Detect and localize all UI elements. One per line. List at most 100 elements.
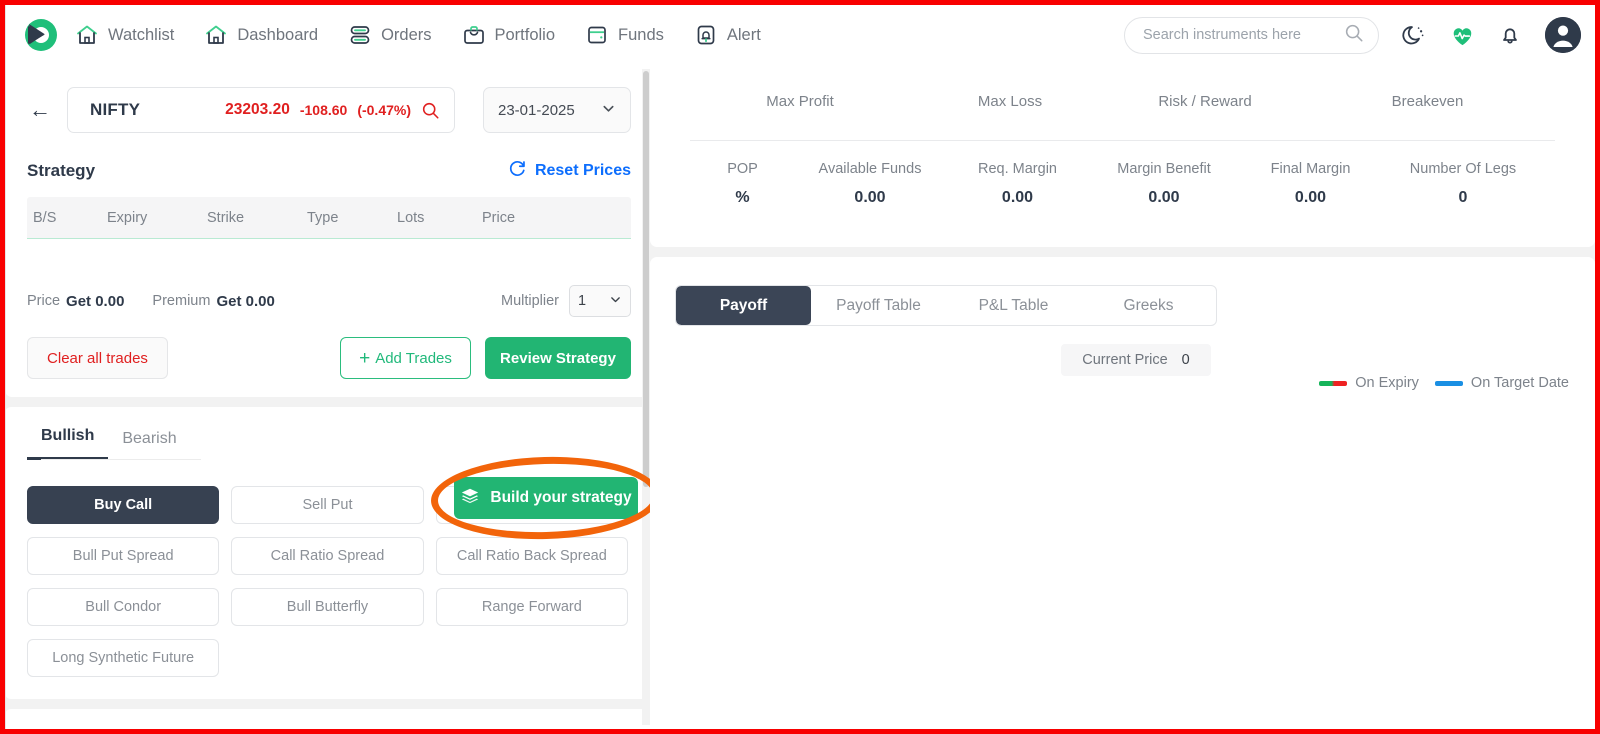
search-icon[interactable] <box>1344 23 1364 48</box>
price-premium-row: Price Get 0.00 Premium Get 0.00 Multipli… <box>27 285 631 317</box>
refresh-icon <box>508 159 527 183</box>
premium-value: Get 0.00 <box>216 292 275 310</box>
nav-portfolio[interactable]: Portfolio <box>462 23 555 47</box>
metric-max-loss: Max Loss <box>977 93 1043 110</box>
strategy-option-bull-put-spread[interactable]: Bull Put Spread <box>27 537 220 575</box>
left-panel: ← NIFTY 23203.20 -108.60 (-0.47%) 23-01-… <box>5 65 650 729</box>
strategy-option-call-ratio-spread[interactable]: Call Ratio Spread <box>231 537 424 575</box>
strategy-option-bull-condor[interactable]: Bull Condor <box>27 588 220 626</box>
metric-available-funds: Available Funds 0.00 <box>795 161 945 207</box>
nav-funds-label: Funds <box>618 25 664 44</box>
metric-margin-benefit: Margin Benefit 0.00 <box>1090 161 1238 207</box>
nav-funds[interactable]: Funds <box>585 23 664 47</box>
wallet-icon <box>585 23 609 47</box>
left-panel-scrollbar-thumb[interactable] <box>643 71 649 487</box>
metric-req-margin-value: 0.00 <box>1001 189 1034 206</box>
page-body: ← NIFTY 23203.20 -108.60 (-0.47%) 23-01-… <box>5 5 1595 729</box>
metric-number-of-legs-value: 0 <box>1458 189 1468 206</box>
instrument-field[interactable]: NIFTY 23203.20 -108.60 (-0.47%) <box>67 87 455 133</box>
home-icon <box>75 23 99 47</box>
metric-risk-reward: Risk / Reward <box>1158 93 1252 110</box>
right-panel: Max Profit Max Loss Risk / Reward Breake… <box>5 5 1595 729</box>
metric-final-margin: Final Margin 0.00 <box>1238 161 1383 207</box>
strategy-option-range-forward[interactable]: Range Forward <box>435 588 628 626</box>
multiplier-value: 1 <box>578 293 587 309</box>
strategy-option-sell-put[interactable]: Sell Put <box>231 486 424 524</box>
premium-label: Premium <box>152 293 211 309</box>
nav-dashboard[interactable]: Dashboard <box>204 23 318 47</box>
main-nav: Watchlist Dashboard Orders Portfolio Fun… <box>75 23 761 47</box>
tab-greeks[interactable]: Greeks <box>1081 286 1216 325</box>
col-type: Type <box>307 209 339 226</box>
metric-pop-value: % <box>735 189 750 206</box>
home-icon <box>204 23 228 47</box>
back-arrow-icon[interactable]: ← <box>27 97 53 123</box>
clear-all-trades-button[interactable]: Clear all trades <box>27 337 168 379</box>
metric-final-margin-value: 0.00 <box>1294 189 1327 206</box>
nav-orders[interactable]: Orders <box>348 23 432 47</box>
metric-margin-benefit-value: 0.00 <box>1148 189 1180 206</box>
review-strategy-button[interactable]: Review Strategy <box>485 337 631 379</box>
nav-watchlist[interactable]: Watchlist <box>75 23 174 47</box>
left-panel-scrollbar[interactable] <box>642 69 650 725</box>
expiry-select-value: 23-01-2025 <box>498 101 575 119</box>
instrument-change-pct: (-0.47%) <box>357 102 411 118</box>
legend-on-target-date: On Target Date <box>1434 375 1569 391</box>
panel-divider <box>5 5 6 729</box>
col-lots: Lots <box>397 209 425 226</box>
metric-max-profit: Max Profit <box>766 93 834 110</box>
metric-margin-benefit-label: Margin Benefit <box>1117 161 1211 177</box>
strategy-builder-card: ← NIFTY 23203.20 -108.60 (-0.47%) 23-01-… <box>5 65 650 397</box>
price-value: Get 0.00 <box>66 292 125 310</box>
metric-available-funds-value: 0.00 <box>854 189 886 206</box>
bottom-card-stub <box>5 709 650 729</box>
tabs-underline <box>41 459 201 460</box>
col-expiry: Expiry <box>107 209 148 226</box>
tab-payoff[interactable]: Payoff <box>676 286 811 325</box>
brand-logo-icon[interactable] <box>15 13 67 57</box>
metric-available-funds-label: Available Funds <box>818 161 922 177</box>
tab-bearish[interactable]: Bearish <box>108 430 190 460</box>
search-instruments-box[interactable] <box>1124 16 1379 54</box>
alert-bell-icon <box>694 23 718 47</box>
strategy-picker-card: Bullish Bearish Buy Call Sell Put Bull C… <box>5 407 650 699</box>
chevron-down-icon <box>601 101 616 120</box>
strategy-title: Strategy <box>27 161 96 180</box>
price-label: Price <box>27 293 61 309</box>
strategy-header: Strategy Reset Prices <box>27 159 631 183</box>
build-your-strategy-button[interactable]: Build your strategy <box>454 477 638 519</box>
dark-mode-icon[interactable] <box>1401 22 1427 48</box>
col-price: Price <box>482 209 516 226</box>
chevron-down-icon <box>609 293 622 310</box>
multiplier-select[interactable]: 1 <box>569 285 631 317</box>
metric-number-of-legs: Number Of Legs 0 <box>1383 161 1543 207</box>
trades-table: B/S Expiry Strike Type Lots Price <box>27 197 631 239</box>
add-trades-button[interactable]: + Add Trades <box>340 337 471 379</box>
metric-req-margin: Req. Margin 0.00 <box>945 161 1090 207</box>
strategy-option-call-ratio-back-spread[interactable]: Call Ratio Back Spread <box>435 537 628 575</box>
metrics-top-row: Max Profit Max Loss Risk / Reward Breake… <box>690 93 1555 141</box>
nav-dashboard-label: Dashboard <box>237 25 319 44</box>
briefcase-icon <box>462 23 486 47</box>
search-input[interactable] <box>1143 27 1344 43</box>
strategy-option-buy-call[interactable]: Buy Call <box>27 486 220 524</box>
heartbeat-icon[interactable] <box>1449 22 1475 48</box>
strategy-option-long-synthetic-future[interactable]: Long Synthetic Future <box>27 639 220 677</box>
expiry-select[interactable]: 23-01-2025 <box>483 87 631 133</box>
notification-bell-icon[interactable] <box>1497 22 1523 48</box>
instrument-search-icon[interactable] <box>421 101 440 120</box>
current-price-chip[interactable]: Current Price 0 <box>1061 344 1211 376</box>
metric-req-margin-label: Req. Margin <box>978 161 1057 177</box>
multiplier-label: Multiplier <box>500 293 559 309</box>
reset-prices-button[interactable]: Reset Prices <box>508 159 631 183</box>
tab-pnl-table[interactable]: P&L Table <box>946 286 1081 325</box>
strategy-option-bull-butterfly[interactable]: Bull Butterfly <box>231 588 424 626</box>
tab-payoff-table[interactable]: Payoff Table <box>811 286 946 325</box>
legend-on-expiry-swatch <box>1319 380 1348 386</box>
reset-prices-label: Reset Prices <box>534 162 631 179</box>
nav-alert[interactable]: Alert <box>694 23 761 47</box>
tab-bullish[interactable]: Bullish <box>27 427 109 460</box>
layers-icon <box>460 486 480 511</box>
metric-pop-label: POP <box>727 161 758 177</box>
user-avatar-icon[interactable] <box>1545 17 1581 53</box>
